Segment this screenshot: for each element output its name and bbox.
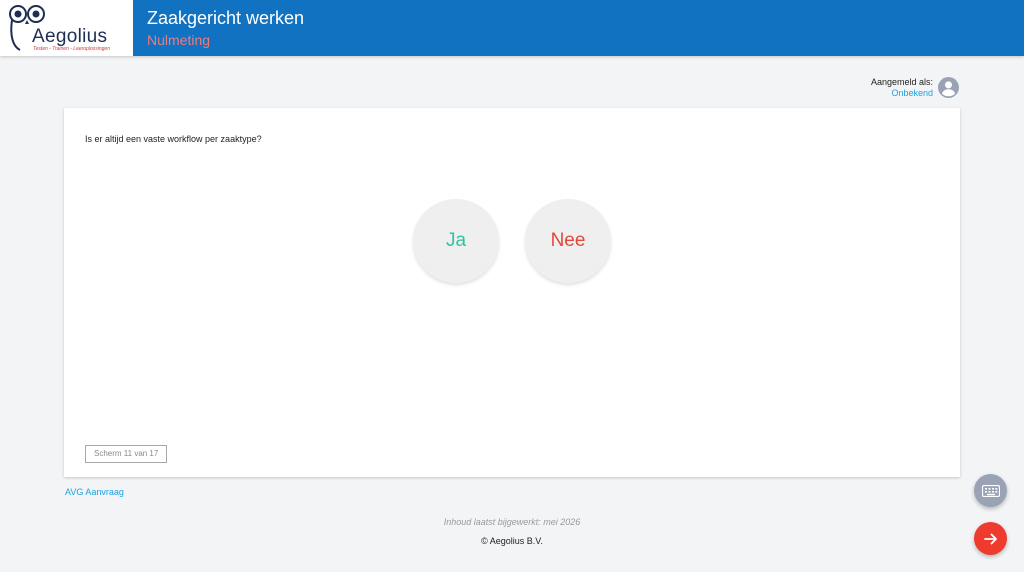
question-card: Is er altijd een vaste workflow per zaak… [64, 108, 960, 477]
question-text: Is er altijd een vaste workflow per zaak… [85, 134, 262, 144]
logo-tagline: Testen - Trainen - Leeroplossingen [33, 46, 110, 52]
user-label: Aangemeld als: [870, 77, 933, 87]
next-button[interactable] [974, 522, 1007, 555]
user-name-link[interactable]: Onbekend [871, 88, 933, 99]
answer-yes-button[interactable]: Ja [413, 199, 499, 283]
footer-copyright: © Aegolius B.V. [481, 536, 543, 546]
arrow-right-icon [983, 533, 997, 544]
page-title: Zaakgericht werken [147, 8, 305, 28]
avg-request-link[interactable]: AVG Aanvraag [65, 487, 124, 497]
user-status: Aangemeld als: Onbekend [871, 77, 933, 99]
footer-updated: Inhoud laatst bijgewerkt: mei 2026 [443, 517, 581, 527]
logo-text: Aegolius [32, 26, 108, 47]
keyboard-button[interactable] [974, 474, 1007, 507]
logo[interactable]: Aegolius Testen - Trainen - Leeroplossin… [0, 0, 133, 56]
keyboard-icon [981, 484, 1000, 497]
screen-counter: Scherm 11 van 17 [85, 445, 168, 463]
answer-no-button[interactable]: Nee [525, 199, 611, 283]
app-header: Aegolius Testen - Trainen - Leeroplossin… [0, 0, 1024, 56]
page-subtitle: Nulmeting [147, 32, 211, 48]
account-circle-icon[interactable] [938, 77, 959, 98]
